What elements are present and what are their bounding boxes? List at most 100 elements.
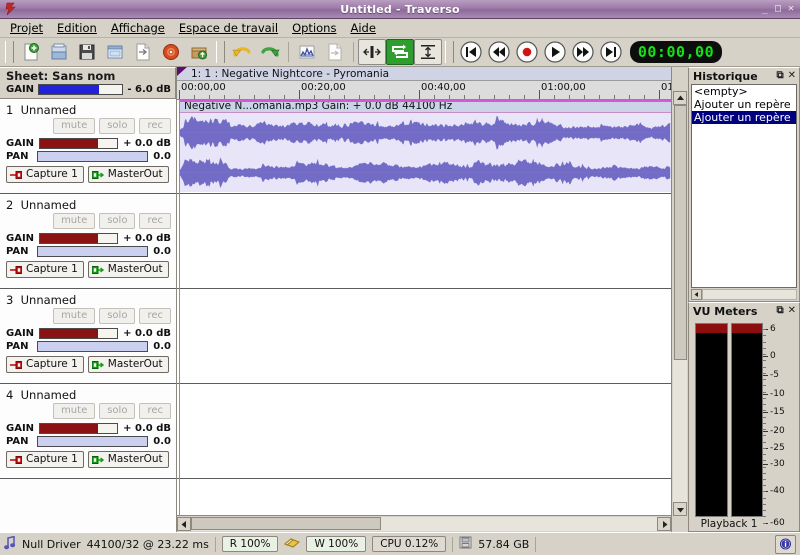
- close-button[interactable]: ✕: [788, 4, 794, 14]
- vu-meter-left[interactable]: [695, 323, 728, 517]
- track-pan-slider[interactable]: [37, 151, 148, 162]
- export-icon[interactable]: [129, 39, 157, 65]
- new-project-icon[interactable]: [17, 39, 45, 65]
- scroll-left-button[interactable]: [177, 517, 191, 531]
- sheet-gain-slider[interactable]: [38, 84, 123, 95]
- track-output-button[interactable]: MasterOut: [88, 356, 169, 373]
- solo-button[interactable]: solo: [99, 213, 135, 229]
- scroll-down-button[interactable]: [673, 502, 687, 516]
- toolbar-grip[interactable]: [5, 41, 14, 63]
- track-input-button[interactable]: Capture 1: [6, 261, 84, 278]
- minimize-button[interactable]: _: [762, 4, 768, 14]
- menu-options[interactable]: Options: [285, 19, 343, 37]
- menu-edition[interactable]: Edition: [50, 19, 104, 37]
- mute-button[interactable]: mute: [53, 403, 95, 419]
- toolbar-grip-2[interactable]: [216, 41, 225, 63]
- hscroll-thumb[interactable]: [191, 517, 381, 530]
- close-icon[interactable]: ✕: [788, 71, 796, 81]
- float-icon[interactable]: ⧉: [776, 71, 783, 81]
- history-hscrollbar[interactable]: [689, 288, 799, 301]
- track-row[interactable]: 3 Unnamed mute solo rec GAIN + 0.0 dB: [0, 289, 176, 384]
- show-waveform-icon[interactable]: [293, 39, 321, 65]
- mute-button[interactable]: mute: [53, 118, 95, 134]
- scroll-up-button[interactable]: [673, 91, 687, 105]
- info-icon[interactable]: [775, 535, 796, 554]
- to-start-icon[interactable]: [457, 39, 485, 65]
- zoom-vertical-icon[interactable]: [414, 39, 442, 65]
- menu-projet[interactable]: Projet: [3, 19, 50, 37]
- canvas-track-1[interactable]: Negative N...omania.mp3 Gain: + 0.0 dB 4…: [177, 100, 671, 194]
- track-pan-slider[interactable]: [37, 341, 148, 352]
- menu-aide[interactable]: Aide: [343, 19, 382, 37]
- rewind-icon[interactable]: [485, 39, 513, 65]
- vertical-scrollbar[interactable]: [671, 67, 688, 532]
- track-pan-slider[interactable]: [37, 246, 148, 257]
- track-gain-slider[interactable]: [39, 328, 118, 339]
- solo-button[interactable]: solo: [99, 118, 135, 134]
- marker-info-bar: 1: 1 : Negative Nightcore - Pyromania: [177, 67, 671, 81]
- vu-meter-right[interactable]: [731, 323, 764, 517]
- horizontal-scrollbar[interactable]: [177, 515, 671, 532]
- rec-button[interactable]: rec: [139, 403, 171, 419]
- solo-button[interactable]: solo: [99, 403, 135, 419]
- history-list[interactable]: <empty> Ajouter un repère Ajouter un rep…: [691, 84, 797, 288]
- canvas-track-4[interactable]: [177, 384, 671, 479]
- undo-icon[interactable]: [228, 39, 256, 65]
- vscroll-thumb[interactable]: [674, 105, 687, 360]
- canvas-track-3[interactable]: [177, 289, 671, 384]
- track-gain-slider[interactable]: [39, 138, 118, 149]
- track-output-button[interactable]: MasterOut: [88, 166, 169, 183]
- import-audio-icon[interactable]: [185, 39, 213, 65]
- rec-button[interactable]: rec: [139, 118, 171, 134]
- toolbar-grip-3[interactable]: [445, 41, 454, 63]
- forward-icon[interactable]: [569, 39, 597, 65]
- track-gain-slider[interactable]: [39, 233, 118, 244]
- vscroll-trough[interactable]: [673, 360, 687, 502]
- track-input-button[interactable]: Capture 1: [6, 356, 84, 373]
- track-viewport[interactable]: Negative N...omania.mp3 Gain: + 0.0 dB 4…: [177, 100, 671, 515]
- new-sheet-icon[interactable]: [101, 39, 129, 65]
- float-icon[interactable]: ⧉: [776, 306, 783, 316]
- history-scroll-left[interactable]: [691, 289, 702, 300]
- time-ruler[interactable]: 00:00,00 00:20,00 00:40,00 01:00,00 01:2…: [177, 81, 671, 100]
- track-output-button[interactable]: MasterOut: [88, 261, 169, 278]
- track-row[interactable]: 2 Unnamed mute solo rec GAIN + 0.0 dB: [0, 194, 176, 289]
- zoom-horizontal-icon[interactable]: [386, 39, 414, 65]
- open-project-icon[interactable]: [45, 39, 73, 65]
- track-row[interactable]: 1 Unnamed mute solo rec GAIN + 0.0 dB: [0, 99, 176, 194]
- track-gain-slider[interactable]: [39, 423, 118, 434]
- track-input-button[interactable]: Capture 1: [6, 166, 84, 183]
- solo-button[interactable]: solo: [99, 308, 135, 324]
- rec-button[interactable]: rec: [139, 213, 171, 229]
- track-pan-slider[interactable]: [37, 436, 148, 447]
- play-icon[interactable]: [541, 39, 569, 65]
- list-item[interactable]: Ajouter un repère: [692, 111, 796, 124]
- menu-espace-de-travail[interactable]: Espace de travail: [172, 19, 285, 37]
- rec-button[interactable]: rec: [139, 308, 171, 324]
- new-track-icon[interactable]: [321, 39, 349, 65]
- track-row[interactable]: 4 Unnamed mute solo rec GAIN + 0.0 dB: [0, 384, 176, 479]
- history-scroll-trough[interactable]: [702, 289, 797, 300]
- mute-button[interactable]: mute: [53, 213, 95, 229]
- redo-icon[interactable]: [256, 39, 284, 65]
- scroll-right-button[interactable]: [657, 517, 671, 531]
- hscroll-trough[interactable]: [191, 517, 657, 531]
- to-end-icon[interactable]: [597, 39, 625, 65]
- ruler-minor-tick: [584, 95, 585, 99]
- list-item[interactable]: <empty>: [692, 85, 796, 98]
- list-item[interactable]: Ajouter un repère: [692, 98, 796, 111]
- burn-cd-icon[interactable]: [157, 39, 185, 65]
- zoom-selection-icon[interactable]: [358, 39, 386, 65]
- menu-affichage[interactable]: Affichage: [104, 19, 172, 37]
- save-project-icon[interactable]: [73, 39, 101, 65]
- record-icon[interactable]: [513, 39, 541, 65]
- track-output-button[interactable]: MasterOut: [88, 451, 169, 468]
- track-input-button[interactable]: Capture 1: [6, 451, 84, 468]
- vu-meter-bars[interactable]: [695, 323, 763, 517]
- mute-button[interactable]: mute: [53, 308, 95, 324]
- playhead[interactable]: [179, 100, 180, 515]
- canvas-track-2[interactable]: [177, 194, 671, 289]
- maximize-button[interactable]: □: [775, 4, 781, 14]
- audio-clip[interactable]: Negative N...omania.mp3 Gain: + 0.0 dB 4…: [179, 100, 671, 192]
- close-icon[interactable]: ✕: [788, 306, 796, 316]
